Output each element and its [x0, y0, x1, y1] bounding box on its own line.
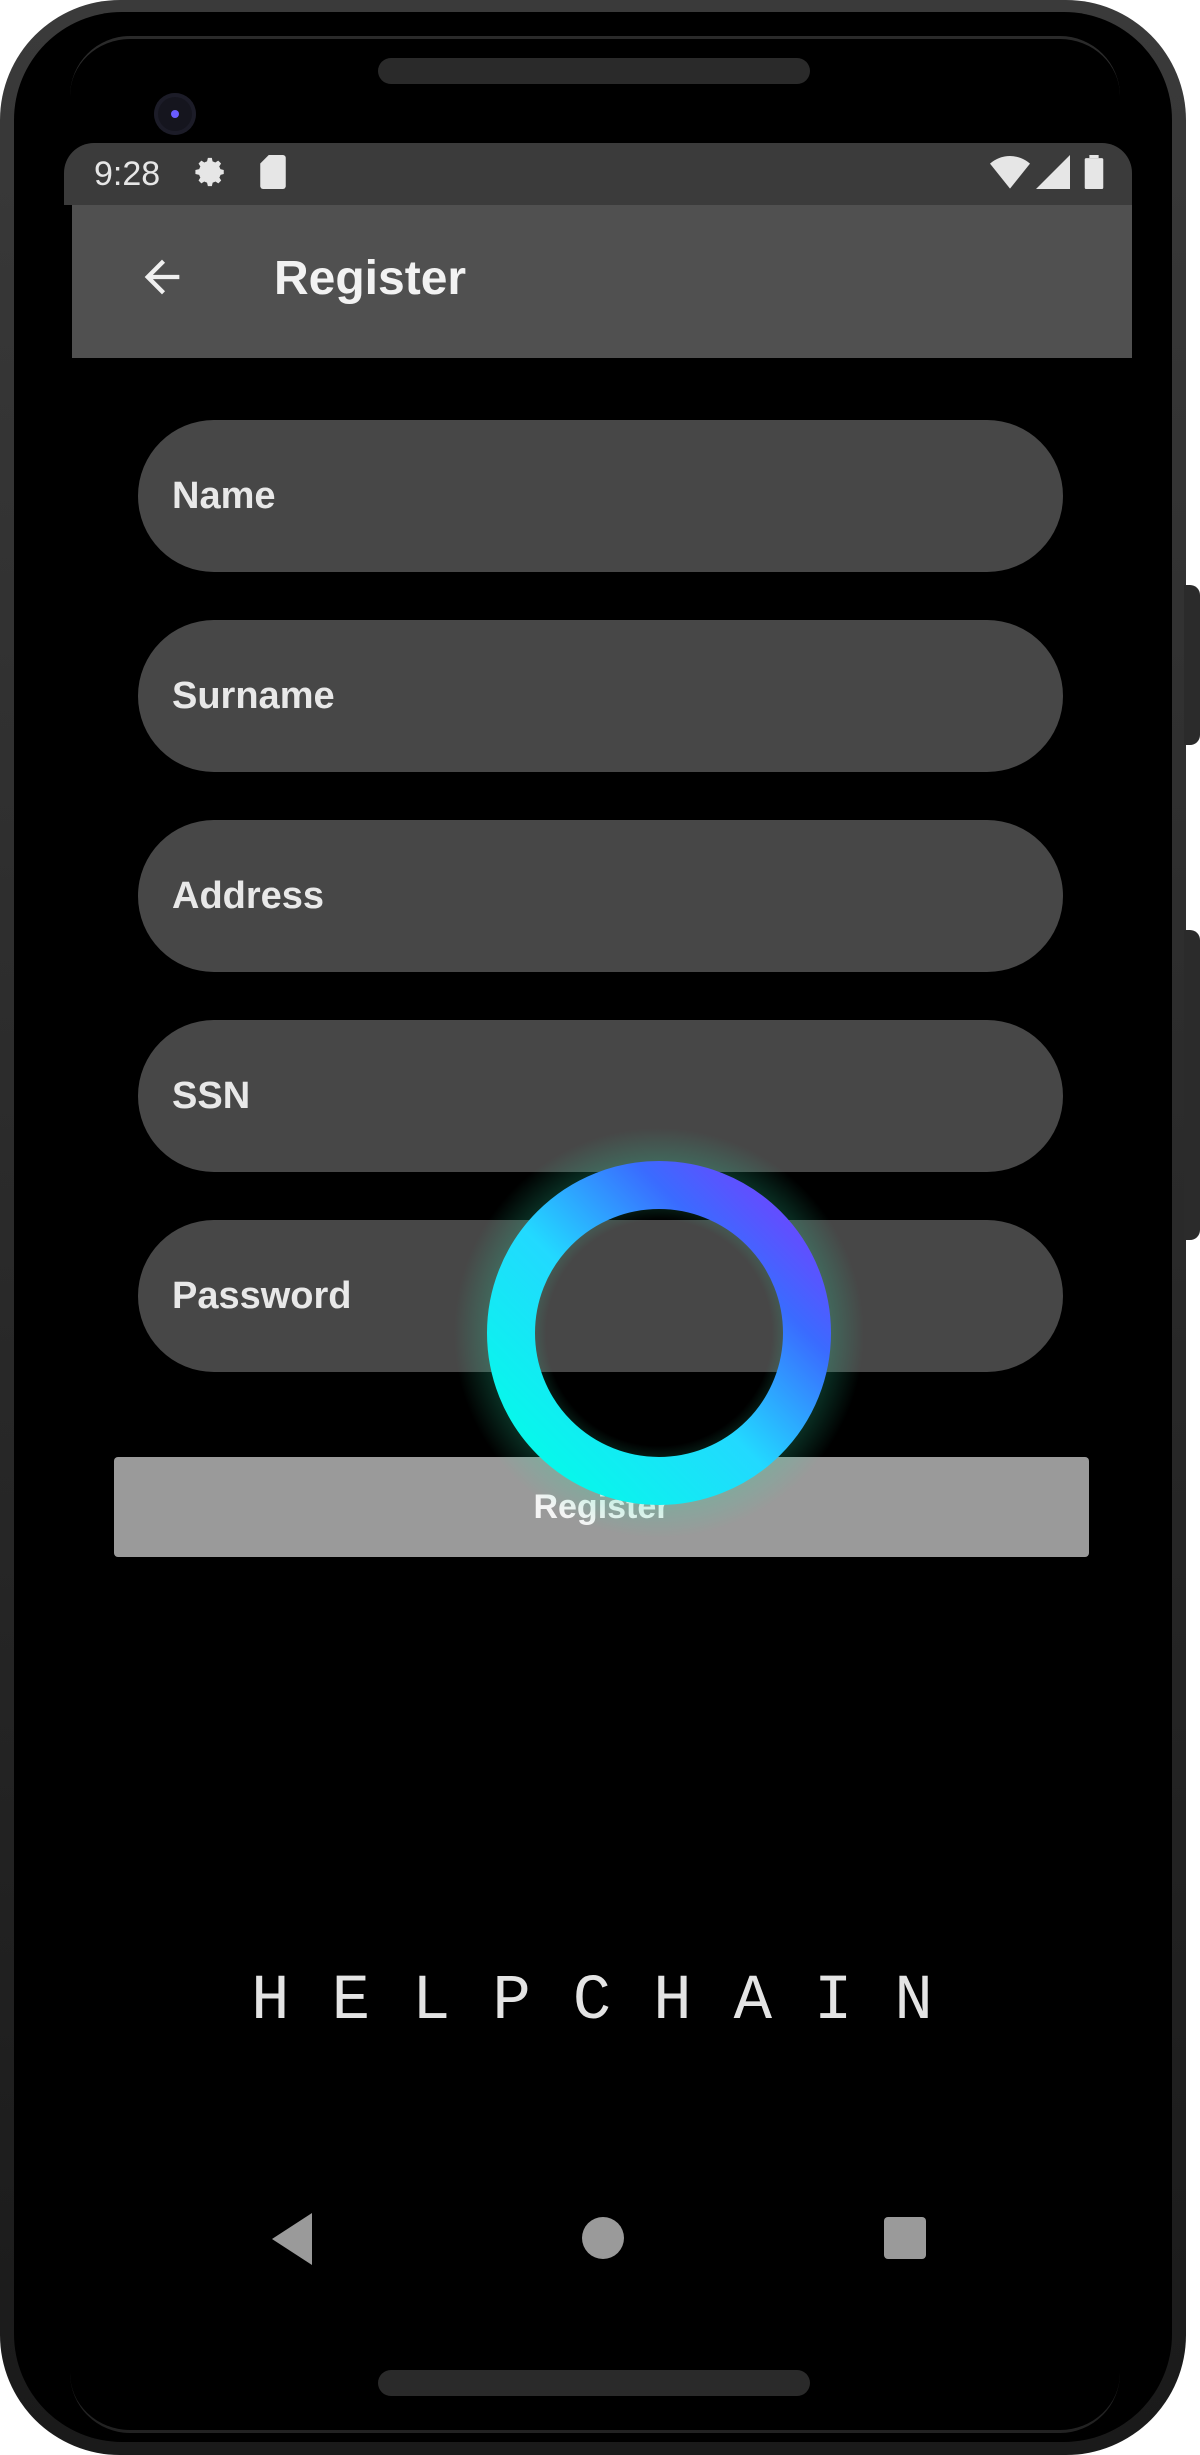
screen: 9:28 Register Register — [64, 143, 1132, 2298]
status-bar: 9:28 — [64, 143, 1132, 205]
app-bar: Register — [72, 205, 1132, 358]
front-camera-icon — [154, 93, 196, 135]
gear-icon — [194, 155, 228, 198]
nav-back-icon[interactable] — [272, 2213, 312, 2265]
status-time: 9:28 — [94, 155, 161, 193]
page-title: Register — [274, 252, 467, 305]
power-button — [1184, 930, 1200, 1240]
volume-button — [1184, 585, 1200, 745]
signal-icon — [1036, 155, 1070, 198]
battery-icon — [1084, 155, 1104, 198]
nav-home-icon[interactable] — [582, 2217, 624, 2259]
password-input[interactable] — [138, 1220, 1063, 1372]
name-input[interactable] — [138, 420, 1063, 572]
address-input[interactable] — [138, 820, 1063, 972]
wifi-icon — [990, 155, 1030, 198]
bottom-bevel — [70, 2370, 1120, 2433]
register-button[interactable]: Register — [114, 1457, 1089, 1557]
surname-input[interactable] — [138, 620, 1063, 772]
sim-card-icon — [260, 155, 286, 198]
earpiece-speaker — [378, 58, 810, 84]
brand-logo-text: HELPCHAIN — [251, 1966, 975, 2038]
ssn-input[interactable] — [138, 1020, 1063, 1172]
nav-recents-icon[interactable] — [884, 2217, 926, 2259]
arrow-left-icon[interactable] — [130, 245, 194, 309]
